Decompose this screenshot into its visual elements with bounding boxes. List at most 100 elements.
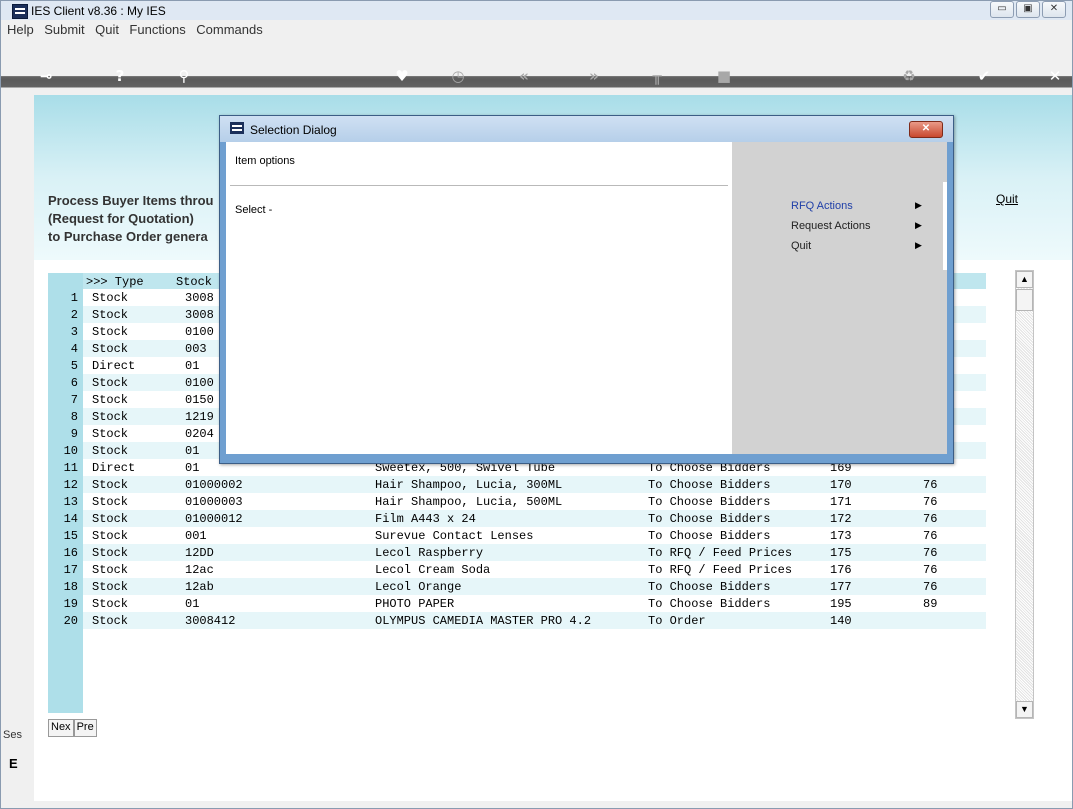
close-icon[interactable]: ✕ [1044,67,1066,85]
submenu-arrow-icon: ▶ [915,220,922,230]
cell-type: Stock [92,291,129,305]
menu-rfq-actions-label: RFQ Actions [791,200,853,212]
cell-stock: 0150 [185,393,214,407]
cell-stock: 01 [185,444,200,458]
dialog-close-button[interactable]: ✕ [909,121,943,138]
table-row[interactable]: 13 Stock 01000003 Hair Shampoo, Lucia, 500M… [48,493,986,510]
prev-button[interactable]: Pre [73,719,97,737]
recycle-icon[interactable]: ♻ [898,67,920,85]
close-window-button[interactable]: ✕ [1042,1,1066,18]
scroll-thumb[interactable] [1016,289,1033,311]
cell-type: Stock [92,308,129,322]
cell-stock: 01 [185,461,200,475]
dialog-menu-pane: RFQ Actions ▶ Request Actions ▶ Quit ▶ [732,142,947,454]
row-number: 20 [63,614,78,628]
menu-functions[interactable]: Functions [129,22,185,37]
row-number: 19 [63,597,78,611]
table-row[interactable]: 20 Stock 3008412 OLYMPUS CAMEDIA MASTER PRO… [48,612,986,629]
cell-status: To RFQ / Feed Prices [648,546,793,560]
cell-type: Stock [92,325,129,339]
cell-stock: 3008 [185,291,214,305]
cell-description: PHOTO PAPER [375,597,455,611]
check-icon[interactable]: ✔ [973,67,995,85]
page-heading: Process Buyer Items throu (Request for Q… [48,192,213,246]
cell-status: To Choose Bidders [648,597,771,611]
menu-quit[interactable]: Quit [95,22,119,37]
row-number: 5 [70,359,78,373]
app-icon [12,4,28,19]
cell-number: 172 [830,512,852,526]
cell-type: Direct [92,461,136,475]
table-row[interactable]: 16 Stock 12DD Lecol Raspberry To RFQ / Feed … [48,544,986,561]
cell-description: Film A443 x 24 [375,512,476,526]
cell-type: Stock [92,478,129,492]
forward-icon[interactable]: » [583,67,605,85]
maximize-button[interactable]: ▣ [1016,1,1040,18]
cell-description: Lecol Cream Soda [375,563,491,577]
table-row[interactable]: 19 Stock 01 PHOTO PAPER To Choose Bidders 195… [48,595,986,612]
cell-number: 176 [830,563,852,577]
table-row[interactable]: 12 Stock 01000002 Hair Shampoo, Lucia, 300M… [48,476,986,493]
quit-link[interactable]: Quit [996,192,1018,206]
search-icon[interactable]: ⚲ [173,67,195,85]
key-icon[interactable]: ⊸ [35,67,57,85]
header-type[interactable]: >>> Type [86,275,144,289]
menu-pane-edge [943,182,947,270]
cell-description: Surevue Contact Lenses [375,529,534,543]
cell-extra: 76 [923,495,938,509]
tools-icon[interactable]: ╥ [646,67,668,85]
table-row[interactable]: 17 Stock 12ac Lecol Cream Soda To RFQ / Feed… [48,561,986,578]
menu-quit[interactable]: Quit ▶ [791,240,931,252]
menu-rfq-actions[interactable]: RFQ Actions ▶ [791,200,931,212]
table-row[interactable]: 14 Stock 01000012 Film A443 x 24 To Choose B… [48,510,986,527]
cell-type: Stock [92,563,129,577]
minimize-button[interactable]: ▭ [990,1,1014,18]
row-number: 6 [70,376,78,390]
row-number: 16 [63,546,78,560]
dialog-title: Selection Dialog [250,123,337,137]
scroll-down-arrow[interactable]: ▼ [1016,701,1033,718]
cell-type: Stock [92,427,129,441]
cell-description: Lecol Raspberry [375,546,484,560]
cell-description: Hair Shampoo, Lucia, 300ML [375,478,563,492]
app-window: IES Client v8.36 : My IES ▭ ▣ ✕ Help Sub… [0,0,1073,809]
menu-submit[interactable]: Submit [44,22,84,37]
cell-type: Stock [92,546,129,560]
help-icon[interactable]: ? [109,67,131,85]
cell-stock: 0204 [185,427,214,441]
cell-status: To Choose Bidders [648,580,771,594]
table-row[interactable]: 18 Stock 12ab Lecol Orange To Choose Bidders… [48,578,986,595]
dialog-divider [230,185,728,186]
clock-icon[interactable]: ◷ [447,67,469,85]
cell-stock: 01 [185,359,200,373]
submenu-arrow-icon: ▶ [915,240,922,250]
title-bar: IES Client v8.36 : My IES ▭ ▣ ✕ [1,1,1072,21]
table-row[interactable]: 15 Stock 001 Surevue Contact Lenses To Choos… [48,527,986,544]
cell-extra: 76 [923,563,938,577]
scroll-up-arrow[interactable]: ▲ [1016,271,1033,288]
cell-stock: 3008 [185,308,214,322]
cell-status: To Choose Bidders [648,478,771,492]
rewind-icon[interactable]: « [513,67,535,85]
header-stock[interactable]: Stock [176,275,212,289]
cell-number: 195 [830,597,852,611]
vertical-scrollbar[interactable]: ▲ ▼ [1015,270,1034,719]
menu-help[interactable]: Help [7,22,34,37]
cell-status: To Choose Bidders [648,512,771,526]
menu-commands[interactable]: Commands [196,22,262,37]
next-button[interactable]: Nex [48,719,74,737]
cell-description: OLYMPUS CAMEDIA MASTER PRO 4.2 [375,614,592,628]
heart-icon[interactable]: ♥ [391,67,413,85]
dialog-left-pane: Item options Select - [226,142,732,454]
cell-type: Stock [92,495,129,509]
cell-stock: 003 [185,342,207,356]
cell-type: Stock [92,376,129,390]
cell-extra: 76 [923,529,938,543]
cell-type: Stock [92,614,129,628]
select-label: Select - [235,204,273,216]
row-number: 17 [63,563,78,577]
cell-extra: 76 [923,478,938,492]
cell-number: 175 [830,546,852,560]
stop-icon[interactable]: ■ [713,67,735,85]
menu-request-actions[interactable]: Request Actions ▶ [791,220,931,232]
